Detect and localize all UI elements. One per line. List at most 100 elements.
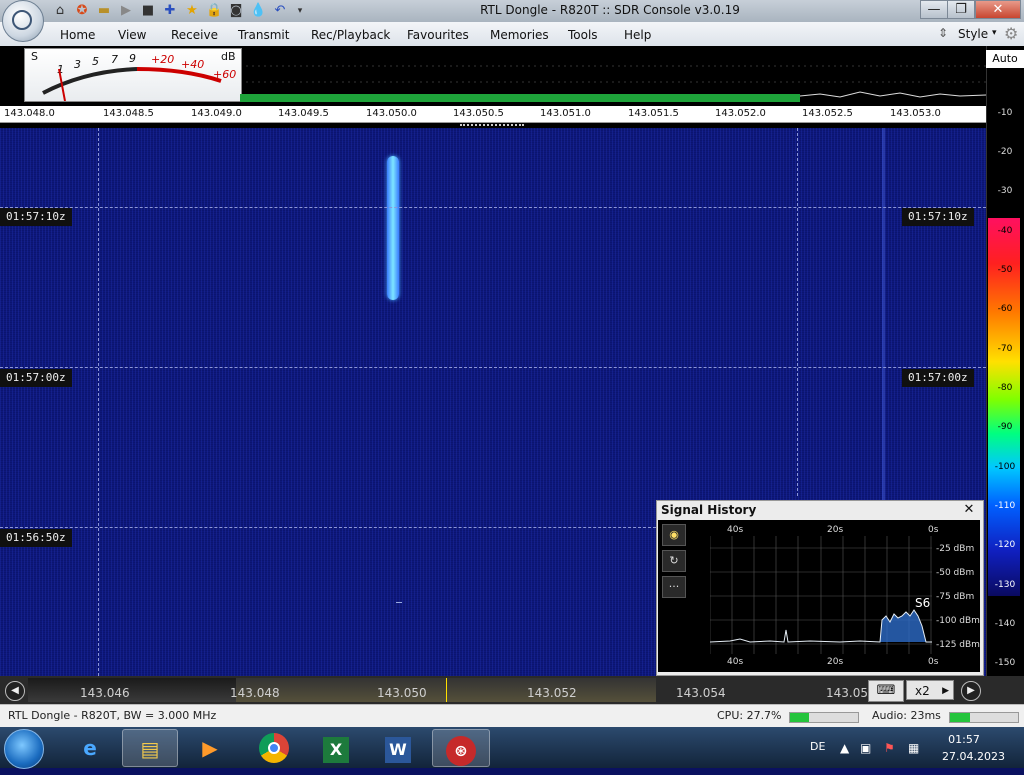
lifebuoy-icon[interactable]: ✪ (74, 3, 90, 19)
time-label: 40s (727, 657, 744, 667)
menu-tools[interactable]: Tools (568, 28, 598, 42)
home-icon[interactable]: ⌂ (52, 3, 68, 19)
audio-meter (949, 712, 1019, 723)
style-chevron-icon[interactable]: ▾ (992, 28, 997, 38)
lock-icon[interactable]: 🔒 (206, 3, 222, 19)
menu-transmit[interactable]: Transmit (238, 28, 289, 42)
cpu-meter-fill (790, 713, 810, 722)
freq-tick: 143.048.5 (103, 108, 154, 119)
grid-line-horizontal (0, 527, 656, 528)
freq-tick: 143.050.5 (453, 108, 504, 119)
settings-gear-icon[interactable]: ⚙ (1004, 24, 1018, 43)
safely-remove-icon[interactable]: ▣ (860, 741, 871, 755)
close-button[interactable]: ✕ (975, 0, 1021, 19)
grid-line-horizontal (0, 207, 986, 208)
timestamp-left: 01:57:10z (0, 208, 72, 226)
menu-receive[interactable]: Receive (171, 28, 218, 42)
tuning-freq-label: 143.050 (377, 686, 427, 700)
signal-history-close-button[interactable]: ✕ (962, 502, 976, 517)
level-label: -100 (994, 462, 1016, 472)
dbm-label: -50 dBm (936, 568, 975, 578)
level-label: -60 (997, 304, 1013, 314)
clock-date[interactable]: 27.04.2023 (942, 750, 1005, 763)
signal-level-bar (240, 94, 800, 102)
auto-level-button[interactable]: Auto (986, 50, 1024, 68)
add-icon[interactable]: ✚ (162, 3, 178, 19)
zoom-button[interactable]: x2 ▶ (906, 680, 954, 700)
network-icon[interactable]: ▦ (908, 741, 919, 755)
freq-tick: 143.049.0 (191, 108, 242, 119)
menu-favourites[interactable]: Favourites (407, 28, 469, 42)
file-explorer-icon[interactable]: ▤ (122, 729, 178, 767)
time-label: 0s (928, 525, 939, 535)
time-label: 20s (827, 657, 844, 667)
chrome-icon[interactable] (246, 729, 302, 767)
style-menu[interactable]: Style (958, 27, 988, 41)
tuning-freq-label: 143.048 (230, 686, 280, 700)
tuning-freq-label: 143.052 (527, 686, 577, 700)
scroll-right-button[interactable]: ▶ (961, 681, 981, 701)
more-options-button[interactable]: ··· (662, 576, 686, 598)
star-icon[interactable]: ★ (184, 3, 200, 19)
sort-arrows-icon[interactable]: ⇕ (938, 26, 948, 40)
level-label: -10 (997, 108, 1013, 118)
timestamp-right: 01:57:00z (902, 369, 974, 387)
s-reading: S6 (915, 596, 931, 610)
restore-button[interactable]: ❐ (947, 0, 975, 19)
level-label: -80 (997, 383, 1013, 393)
stop-icon[interactable]: ■ (140, 3, 156, 19)
signal-history-graph (710, 536, 932, 654)
app-menu-button[interactable] (2, 0, 44, 42)
drop-icon[interactable]: 💧 (250, 3, 266, 19)
freq-tick: 143.052.0 (715, 108, 766, 119)
freq-tick: 143.053.0 (890, 108, 941, 119)
start-button[interactable] (4, 729, 44, 769)
clock-time[interactable]: 01:57 (944, 733, 984, 746)
reset-button[interactable]: ↻ (662, 550, 686, 572)
dbm-label: -25 dBm (936, 544, 975, 554)
media-player-icon[interactable]: ▶ (182, 729, 238, 767)
level-label: -40 (997, 226, 1013, 236)
menu-help[interactable]: Help (624, 28, 651, 42)
time-label: 40s (727, 525, 744, 535)
customize-toolbar-chevron-icon[interactable]: ▾ (292, 3, 308, 19)
tuning-freq-label: 143.054 (676, 686, 726, 700)
timestamp-left: 01:56:50z (0, 529, 72, 547)
scroll-left-button[interactable]: ◀ (5, 681, 25, 701)
window-title: RTL Dongle - R820T :: SDR Console v3.0.1… (480, 3, 740, 17)
menu-view[interactable]: View (118, 28, 146, 42)
menu-home[interactable]: Home (60, 28, 95, 42)
record-toggle-button[interactable]: ◉ (662, 524, 686, 546)
language-indicator[interactable]: DE (810, 740, 825, 753)
internet-explorer-icon[interactable]: e (62, 729, 118, 767)
minimize-button[interactable]: — (920, 0, 948, 19)
time-label: 0s (928, 657, 939, 667)
cpu-status: CPU: 27.7% (717, 709, 782, 722)
word-icon[interactable]: W (370, 729, 426, 767)
tuned-frequency-marker[interactable] (446, 678, 447, 702)
menu-rec-playback[interactable]: Rec/Playback (311, 28, 390, 42)
level-label: -130 (994, 580, 1016, 590)
dbm-label: -125 dBm (936, 640, 980, 650)
action-center-icon[interactable]: ⚑ (884, 741, 895, 755)
audio-status: Audio: 23ms (872, 709, 941, 722)
menu-memories[interactable]: Memories (490, 28, 549, 42)
play-icon[interactable]: ▶ (118, 3, 134, 19)
time-label: 20s (827, 525, 844, 535)
freq-tick: 143.049.5 (278, 108, 329, 119)
audio-meter-fill (950, 713, 971, 722)
camera-icon[interactable]: ◙ (228, 3, 244, 19)
grid-line-vertical (797, 128, 798, 496)
tray-expand-icon[interactable]: ▲ (840, 741, 849, 755)
excel-icon[interactable]: X (308, 729, 364, 767)
signal-blip (396, 602, 402, 603)
sdr-console-icon[interactable]: ⊛ (432, 729, 490, 767)
timestamp-right: 01:57:10z (902, 208, 974, 226)
folder-icon[interactable]: ▬ (96, 3, 112, 19)
undo-icon[interactable]: ↶ (272, 3, 288, 19)
tuning-freq-label: 143.056 (826, 686, 868, 700)
freq-tick: 143.051.5 (628, 108, 679, 119)
keyboard-button[interactable]: ⌨ (868, 680, 904, 702)
level-label: -120 (994, 540, 1016, 550)
excel-glyph: X (323, 737, 349, 763)
